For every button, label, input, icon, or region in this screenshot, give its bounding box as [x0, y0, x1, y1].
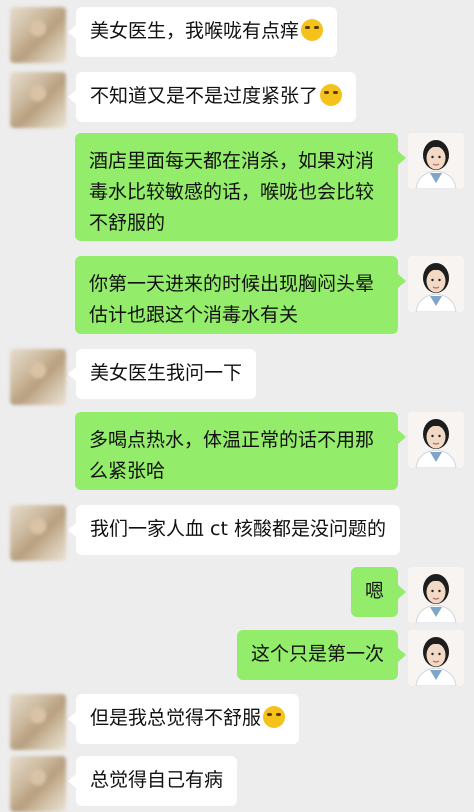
doctor-avatar[interactable] [408, 133, 464, 189]
doctor-portrait-icon [408, 567, 464, 623]
message-text: 嗯 [364, 580, 384, 602]
contact-avatar[interactable] [10, 72, 66, 128]
contact-avatar[interactable] [10, 694, 66, 750]
message-bubble-received[interactable]: 美女医生我问一下 [67, 349, 257, 399]
message-text: 这个只是第一次 [250, 643, 384, 665]
message-bubble-received[interactable]: 总觉得自己有病 [67, 756, 238, 806]
doctor-portrait-icon [408, 256, 464, 312]
message-text: 不知道又是不是过度紧张了 [90, 85, 319, 107]
crying-laughing-emoji-icon [263, 706, 286, 728]
message-text: 多喝点热水，体温正常的话不用那么紧张哈 [89, 429, 375, 482]
contact-avatar[interactable] [10, 505, 66, 561]
message-bubble-sent[interactable]: 嗯 [350, 567, 407, 617]
doctor-portrait-icon [408, 412, 464, 468]
message-text: 美女医生我问一下 [90, 362, 243, 384]
message-text: 美女医生，我喉咙有点痒 [90, 20, 300, 42]
doctor-avatar[interactable] [408, 630, 464, 686]
crying-laughing-emoji-icon [320, 84, 343, 106]
message-bubble-sent[interactable]: 多喝点热水，体温正常的话不用那么紧张哈 [75, 412, 406, 490]
contact-avatar[interactable] [10, 756, 66, 812]
contact-avatar[interactable] [10, 349, 66, 405]
message-bubble-sent[interactable]: 酒店里面每天都在消杀，如果对消毒水比较敏感的话，喉咙也会比较不舒服的 [75, 133, 406, 241]
message-bubble-received[interactable]: 美女医生，我喉咙有点痒 [67, 7, 338, 57]
doctor-avatar[interactable] [408, 256, 464, 312]
message-text: 总觉得自己有病 [90, 769, 224, 791]
crying-laughing-emoji-icon [301, 19, 324, 41]
chat-view: 美女医生，我喉咙有点痒 不知道又是不是过度紧张了 酒店里面每天都在消杀，如果对消… [0, 0, 474, 812]
message-text: 你第一天进来的时候出现胸闷头晕估计也跟这个消毒水有关 [89, 273, 375, 326]
message-bubble-sent[interactable]: 这个只是第一次 [236, 630, 407, 680]
message-bubble-received[interactable]: 不知道又是不是过度紧张了 [67, 72, 357, 122]
message-text: 我们一家人血 ct 核酸都是没问题的 [90, 518, 386, 540]
doctor-avatar[interactable] [408, 412, 464, 468]
doctor-avatar[interactable] [408, 567, 464, 623]
doctor-portrait-icon [408, 133, 464, 189]
doctor-portrait-icon [408, 630, 464, 686]
message-bubble-received[interactable]: 我们一家人血 ct 核酸都是没问题的 [68, 505, 400, 555]
message-text: 酒店里面每天都在消杀，如果对消毒水比较敏感的话，喉咙也会比较不舒服的 [89, 150, 375, 234]
message-text: 但是我总觉得不舒服 [90, 707, 262, 729]
contact-avatar[interactable] [10, 7, 66, 63]
message-bubble-received[interactable]: 但是我总觉得不舒服 [67, 694, 300, 744]
message-bubble-sent[interactable]: 你第一天进来的时候出现胸闷头晕估计也跟这个消毒水有关 [75, 256, 406, 334]
